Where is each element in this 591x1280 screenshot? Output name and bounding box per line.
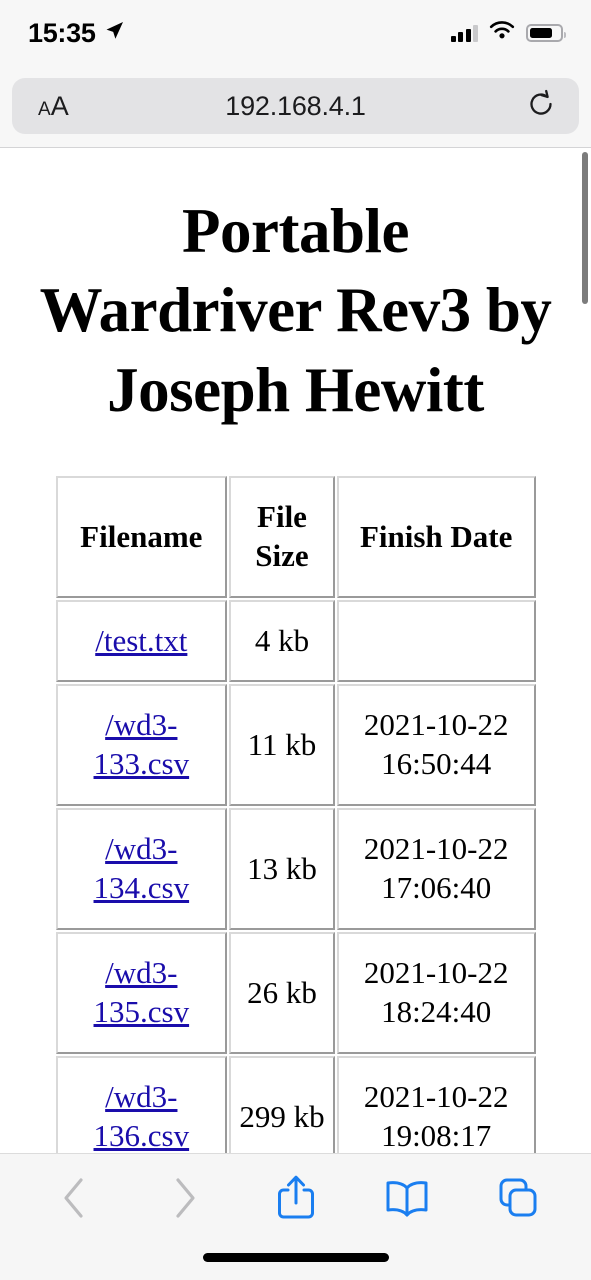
cell-filename: /test.txt — [55, 600, 228, 683]
reload-button[interactable] — [525, 89, 557, 124]
cell-filename: /wd3-133.csv — [55, 684, 228, 807]
table-row: /wd3-134.csv 13 kb 2021-10-22 17:06:40 — [55, 808, 536, 931]
text-size-large-a: A — [50, 90, 69, 121]
file-link[interactable]: /wd3-133.csv — [94, 707, 190, 781]
column-header-filesize: File Size — [229, 476, 335, 599]
location-arrow-icon — [103, 20, 125, 47]
cell-filesize: 299 kb — [229, 1056, 335, 1153]
reload-icon — [526, 89, 556, 124]
cell-finishdate: 2021-10-22 16:50:44 — [336, 684, 536, 807]
bookmarks-button[interactable] — [376, 1169, 438, 1231]
cell-filesize: 11 kb — [229, 684, 335, 807]
web-page-content: Portable Wardriver Rev3 by Joseph Hewitt… — [0, 148, 591, 1153]
cell-finishdate: 2021-10-22 17:06:40 — [336, 808, 536, 931]
cell-finishdate — [336, 600, 536, 683]
table-row: /wd3-133.csv 11 kb 2021-10-22 16:50:44 — [55, 684, 536, 807]
file-link[interactable]: /wd3-135.csv — [94, 955, 190, 1029]
text-size-small-a: A — [38, 98, 51, 120]
back-button[interactable] — [43, 1169, 105, 1231]
cell-finishdate: 2021-10-22 19:08:17 — [336, 1056, 536, 1153]
table-row: /test.txt 4 kb — [55, 600, 536, 683]
status-bar: 15:35 — [0, 0, 591, 66]
file-link[interactable]: /test.txt — [95, 623, 187, 658]
status-bar-left: 15:35 — [28, 18, 125, 49]
battery-icon — [526, 24, 566, 42]
wifi-icon — [489, 21, 515, 45]
column-header-filename: Filename — [55, 476, 228, 599]
tabs-icon — [495, 1175, 541, 1226]
tabs-button[interactable] — [487, 1169, 549, 1231]
toolbar-icon-row — [0, 1154, 591, 1246]
file-link[interactable]: /wd3-134.csv — [94, 831, 190, 905]
column-header-finishdate: Finish Date — [336, 476, 536, 599]
file-list-table: Filename File Size Finish Date /test.txt… — [53, 474, 538, 1153]
table-header-row: Filename File Size Finish Date — [55, 476, 536, 599]
status-time: 15:35 — [28, 17, 96, 48]
book-icon — [382, 1177, 432, 1224]
cell-filename: /wd3-136.csv — [55, 1056, 228, 1153]
text-size-button[interactable]: A A — [38, 91, 69, 122]
cell-filename: /wd3-135.csv — [55, 932, 228, 1055]
share-button[interactable] — [265, 1169, 327, 1231]
scrollbar-thumb[interactable] — [582, 152, 588, 304]
cellular-signal-icon — [450, 24, 478, 42]
browser-bottom-toolbar — [0, 1153, 591, 1280]
table-row: /wd3-135.csv 26 kb 2021-10-22 18:24:40 — [55, 932, 536, 1055]
forward-button[interactable] — [154, 1169, 216, 1231]
cell-filesize: 26 kb — [229, 932, 335, 1055]
chevron-right-icon — [168, 1175, 202, 1226]
cell-finishdate: 2021-10-22 18:24:40 — [336, 932, 536, 1055]
cell-filesize: 13 kb — [229, 808, 335, 931]
page-scrollbar[interactable] — [582, 150, 588, 1150]
status-bar-right — [450, 21, 566, 45]
url-bar[interactable]: A A 192.168.4.1 — [12, 78, 579, 134]
home-indicator — [202, 1253, 389, 1262]
cell-filename: /wd3-134.csv — [55, 808, 228, 931]
url-text[interactable]: 192.168.4.1 — [12, 91, 579, 122]
file-link[interactable]: /wd3-136.csv — [94, 1079, 190, 1153]
chevron-left-icon — [57, 1175, 91, 1226]
cell-filesize: 4 kb — [229, 600, 335, 683]
share-icon — [274, 1173, 318, 1228]
page-title: Portable Wardriver Rev3 by Joseph Hewitt — [39, 196, 552, 425]
table-row: /wd3-136.csv 299 kb 2021-10-22 19:08:17 — [55, 1056, 536, 1153]
browser-address-bar-container: A A 192.168.4.1 — [0, 66, 591, 148]
